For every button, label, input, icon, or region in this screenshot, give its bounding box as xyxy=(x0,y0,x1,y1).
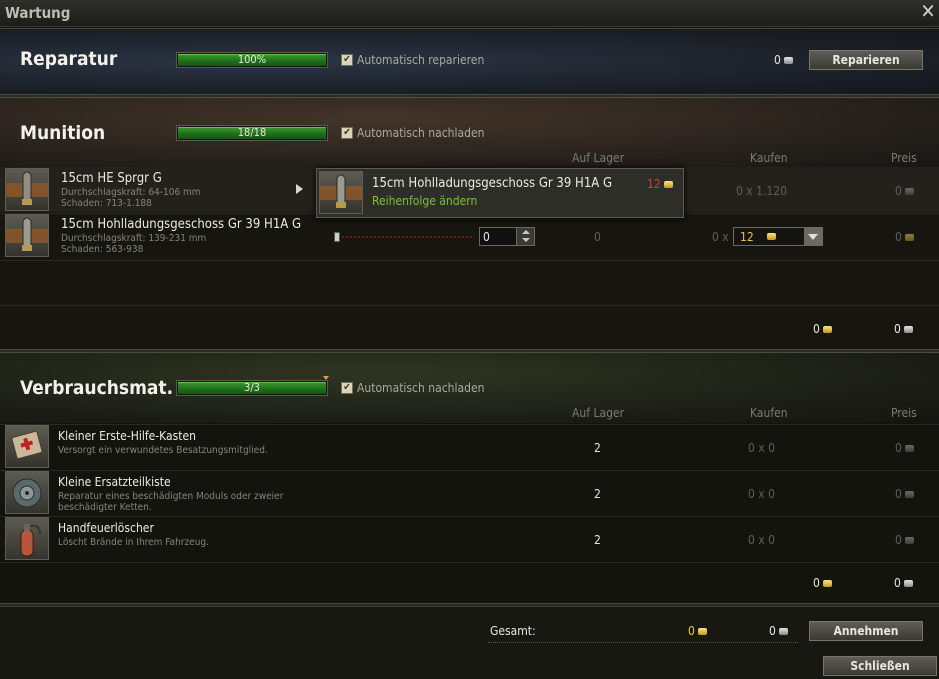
auto-reload-ammo-label: Automatisch nachladen xyxy=(357,126,485,140)
auto-reload-ammo-checkbox[interactable]: ✔ xyxy=(341,127,353,139)
gold-icon xyxy=(663,181,673,188)
ammo-name: 15cm HE Sprgr G xyxy=(61,171,162,186)
ammo-stock: 0 xyxy=(594,230,601,244)
credits-icon xyxy=(904,188,914,195)
ammo-col-price: Preis xyxy=(891,151,917,165)
ammo-buy-prefix: 0 x xyxy=(712,230,729,244)
ammo-buy-select[interactable]: 12 xyxy=(733,227,823,246)
credits-icon xyxy=(778,628,788,635)
ammo-total-silver: 0 xyxy=(894,322,913,336)
ammo-quantity-stepper[interactable]: 0 xyxy=(479,227,535,246)
consumable-stock: 2 xyxy=(594,533,601,547)
repair-button[interactable]: Reparieren xyxy=(809,50,923,70)
consumable-buy: 0 x 0 xyxy=(748,487,775,501)
consumable-price: 0 xyxy=(895,441,914,455)
repair-cost: 0 xyxy=(774,53,793,67)
consumables-progress-text: 3/3 xyxy=(244,381,260,394)
ammo-progress-bar: 18/18 xyxy=(176,125,328,141)
close-button[interactable]: Schließen xyxy=(823,656,937,676)
consumables-col-buy: Kaufen xyxy=(750,406,788,420)
consumable-name: Kleine Ersatzteilkiste xyxy=(58,475,171,489)
consumables-col-stock: Auf Lager xyxy=(572,406,625,420)
consumable-stock: 2 xyxy=(594,487,601,501)
fire-extinguisher-icon xyxy=(5,517,49,560)
ammo-he-shell-icon xyxy=(5,168,49,211)
credits-icon xyxy=(904,491,914,498)
ammo-title: Munition xyxy=(20,122,106,144)
consumable-name: Kleiner Erste-Hilfe-Kasten xyxy=(58,429,197,443)
ammo-progress-text: 18/18 xyxy=(237,126,267,139)
ammo-heat-shell-icon xyxy=(5,214,49,257)
ammo-price: 0 xyxy=(895,230,914,244)
popup-price: 12 xyxy=(647,177,673,191)
consumables-total-gold: 0 xyxy=(813,576,832,590)
repair-title: Reparatur xyxy=(20,48,118,70)
consumable-description: Löscht Brände in Ihrem Fahrzeug. xyxy=(58,537,209,548)
marker-icon xyxy=(323,376,329,380)
popup-reorder-action[interactable]: Reihenfolge ändern xyxy=(372,194,477,208)
auto-reload-consumables-checkbox[interactable]: ✔ xyxy=(341,382,353,394)
ammo-buy: 0 x 1.120 xyxy=(736,184,788,198)
close-icon[interactable]: ✕ xyxy=(918,0,938,22)
ammo-penetration: Durchschlagskraft: 139-231 mm xyxy=(61,233,207,244)
ammo-slider[interactable] xyxy=(334,230,472,242)
title-bar xyxy=(0,0,939,27)
repair-progress-bar: 100% xyxy=(176,52,328,68)
gold-icon xyxy=(822,326,832,333)
credits-icon xyxy=(903,326,913,333)
accept-button[interactable]: Annehmen xyxy=(809,621,923,641)
ammo-reorder-popup[interactable]: 15cm Hohlladungsgeschoss Gr 39 H1A G Rei… xyxy=(316,168,684,218)
ammo-damage: Schaden: 563-938 xyxy=(61,244,144,255)
first-aid-kit-icon xyxy=(5,425,49,468)
consumable-buy: 0 x 0 xyxy=(748,533,775,547)
credits-icon xyxy=(904,537,914,544)
ammo-col-stock: Auf Lager xyxy=(572,151,625,165)
auto-reload-consumables-label: Automatisch nachladen xyxy=(357,381,485,395)
repair-progress-text: 100% xyxy=(237,53,267,66)
total-gold: 0 xyxy=(688,624,707,638)
consumables-col-price: Preis xyxy=(891,406,917,420)
auto-repair-checkbox[interactable]: ✔ xyxy=(341,54,353,66)
gold-icon xyxy=(697,628,707,635)
consumable-buy: 0 x 0 xyxy=(748,441,775,455)
credits-icon xyxy=(783,57,793,64)
auto-repair-label: Automatisch reparieren xyxy=(357,53,485,67)
reorder-arrow-icon[interactable] xyxy=(296,184,303,194)
credits-icon xyxy=(903,580,913,587)
total-label: Gesamt: xyxy=(490,624,536,638)
consumable-price: 0 xyxy=(895,487,914,501)
ammo-total-gold: 0 xyxy=(813,322,832,336)
gold-icon xyxy=(822,580,832,587)
consumable-name: Handfeuerlöscher xyxy=(58,521,154,535)
consumable-price: 0 xyxy=(895,533,914,547)
footer xyxy=(0,606,939,679)
total-divider xyxy=(488,642,798,643)
ammo-heat-shell-icon xyxy=(319,171,363,214)
consumables-progress-bar: 3/3 xyxy=(176,380,328,396)
ammo-col-buy: Kaufen xyxy=(750,151,788,165)
ammo-damage: Schaden: 713-1.188 xyxy=(61,198,152,209)
credits-icon xyxy=(904,445,914,452)
window-title: Wartung xyxy=(5,4,71,22)
consumable-stock: 2 xyxy=(594,441,601,455)
total-silver: 0 xyxy=(769,624,788,638)
consumable-description: Reparatur eines beschädigten Moduls oder… xyxy=(58,491,284,502)
consumables-total-silver: 0 xyxy=(894,576,913,590)
gold-icon xyxy=(904,234,914,241)
repair-kit-icon xyxy=(5,471,49,514)
consumable-description-line2: beschädigter Ketten. xyxy=(58,502,152,513)
consumables-title: Verbrauchsmat. xyxy=(20,377,174,399)
ammo-price: 0 xyxy=(895,184,914,198)
gold-icon xyxy=(767,233,776,240)
consumable-description: Versorgt ein verwundetes Besatzungsmitgl… xyxy=(58,445,268,456)
popup-ammo-name: 15cm Hohlladungsgeschoss Gr 39 H1A G xyxy=(372,176,613,191)
ammo-name: 15cm Hohlladungsgeschoss Gr 39 H1A G xyxy=(61,217,302,232)
ammo-penetration: Durchschlagskraft: 64-106 mm xyxy=(61,187,201,198)
